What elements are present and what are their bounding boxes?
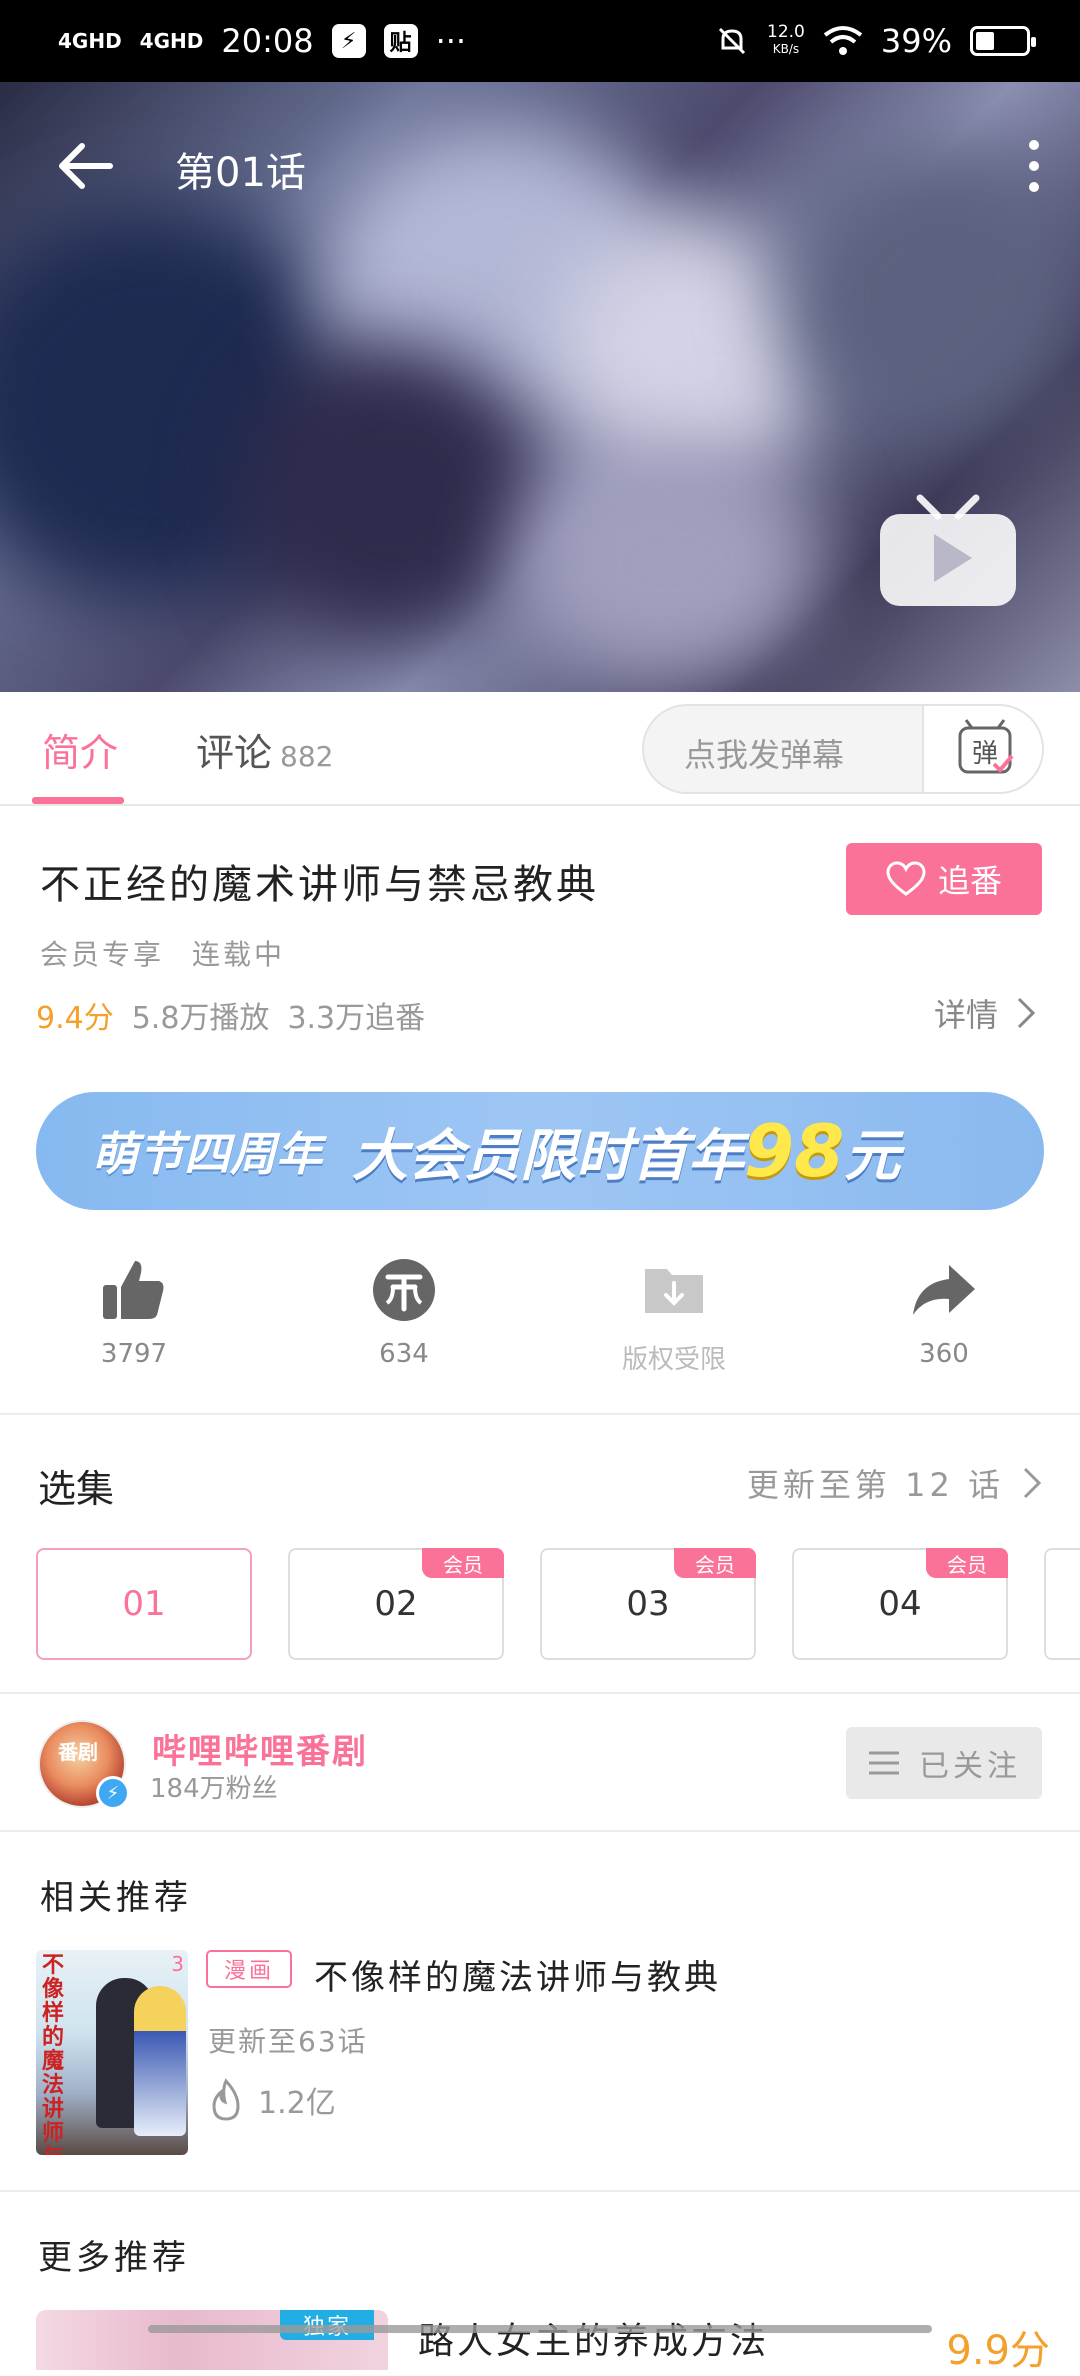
danmaku-input[interactable]: 点我发弹幕 弹 — [642, 704, 1044, 794]
status-bar: 4GHD 4GHD 20:08 ⚡ 贴 ··· 12.0 KB/s 39% — [0, 0, 1080, 82]
tab-indicator — [32, 797, 124, 804]
coin-icon — [373, 1259, 435, 1321]
danmaku-toggle-button[interactable]: 弹 — [922, 706, 1042, 792]
episodes-update-link[interactable]: 更新至第 12 话 — [747, 1460, 1042, 1506]
coin-count: 634 — [379, 1339, 429, 1369]
uploader-name[interactable]: 哔哩哔哩番剧 — [152, 1724, 368, 1773]
promo-banner[interactable]: 萌节四周年 大会员限时首年 98 元 — [36, 1092, 1044, 1210]
tag-status: 连载中 — [192, 938, 286, 971]
episode-item[interactable]: 03 会员 — [540, 1548, 756, 1660]
net-speed: 12.0 KB/s — [767, 22, 805, 57]
clock: 20:08 — [221, 22, 314, 60]
share-count: 360 — [919, 1339, 969, 1369]
follow-button[interactable]: 追番 — [846, 843, 1042, 915]
share-arrow-icon — [913, 1265, 975, 1315]
cover-title: 不像样的魔法讲师与教典 — [42, 1953, 65, 2156]
divider — [0, 2190, 1080, 2192]
series-tags: 会员专享 连载中 — [40, 933, 313, 973]
play-count: 5.8万播放 — [131, 1001, 270, 1036]
follow-label: 追番 — [937, 862, 1002, 900]
tab-comments[interactable]: 评论 882 — [196, 722, 333, 777]
episode-item[interactable]: 01 — [36, 1548, 252, 1660]
danmaku-placeholder: 点我发弹幕 — [684, 736, 845, 774]
vip-badge: 会员 — [926, 1548, 1008, 1578]
details-link[interactable]: 详情 — [934, 990, 1036, 1036]
vip-badge: 会员 — [674, 1548, 756, 1578]
back-arrow-icon[interactable] — [54, 140, 114, 192]
action-bar: 3797 634 版权受限 360 — [0, 1245, 1080, 1415]
related-title[interactable]: 不像样的魔法讲师与教典 — [314, 1950, 721, 1999]
heart-icon — [886, 861, 926, 896]
divider — [0, 1830, 1080, 1832]
verified-icon: ⚡ — [96, 1776, 130, 1810]
download-folder-icon — [645, 1269, 703, 1313]
follow-count: 3.3万追番 — [287, 1001, 426, 1036]
flame-icon — [212, 2078, 240, 2121]
play-tv-icon[interactable] — [878, 494, 1018, 612]
home-indicator[interactable] — [148, 2325, 932, 2333]
chevron-right-icon — [1023, 1467, 1042, 1499]
vip-badge: 会员 — [422, 1548, 504, 1578]
banner-unit: 元 — [844, 1123, 901, 1189]
more-heading: 更多推荐 — [38, 2238, 190, 2278]
related-heading: 相关推荐 — [40, 1878, 192, 1918]
flash-icon: ⚡ — [331, 24, 366, 58]
like-button[interactable]: 3797 — [44, 1255, 224, 1369]
episodes-heading: 选集 — [38, 1467, 115, 1511]
video-player[interactable]: 第01话 — [0, 82, 1080, 692]
danmaku-icon: 弹 — [958, 719, 1014, 774]
download-button[interactable]: 版权受限 — [584, 1255, 764, 1376]
more-title[interactable]: 路人女主的养成方法 — [418, 2312, 769, 2364]
series-score: 9.4分 — [36, 1001, 114, 1036]
series-stats: 9.4分 5.8万播放 3.3万追番 — [36, 993, 443, 1037]
related-heat: 1.2亿 — [208, 2078, 336, 2122]
more-options-icon[interactable] — [1024, 140, 1044, 200]
banner-offer: 大会员限时首年 — [352, 1123, 744, 1189]
episode-item-partial[interactable] — [1044, 1548, 1080, 1660]
mute-icon — [718, 27, 746, 55]
related-cover[interactable]: 不像样的魔法讲师与教典 3 — [36, 1950, 188, 2155]
tab-intro[interactable]: 简介 — [42, 722, 118, 777]
battery-text: 39% — [880, 22, 952, 60]
episode-title: 第01话 — [175, 150, 306, 196]
wifi-icon — [823, 26, 863, 55]
tieba-icon: 贴 — [383, 24, 418, 58]
series-title: 不正经的魔术讲师与禁忌教典 — [40, 862, 599, 908]
cover-volume: 3 — [171, 1952, 184, 1976]
comment-count: 882 — [280, 740, 334, 773]
more-score: 9.9分 — [946, 2328, 1050, 2374]
signal-2: 4GHD — [139, 29, 204, 53]
battery-icon — [970, 26, 1036, 56]
share-button[interactable]: 360 — [854, 1255, 1034, 1369]
coin-button[interactable]: 634 — [314, 1255, 494, 1369]
related-update: 更新至63话 — [208, 2025, 368, 2058]
avatar-logo: 番剧 — [58, 1740, 98, 1764]
chevron-right-icon — [1017, 997, 1036, 1029]
tag-vip: 会员专享 — [40, 938, 165, 971]
detail-tabs: 简介 评论 882 点我发弹幕 弹 — [0, 692, 1080, 806]
divider — [0, 1692, 1080, 1694]
thumbs-up-icon — [103, 1261, 164, 1319]
episode-item[interactable]: 04 会员 — [792, 1548, 1008, 1660]
uploader-fans: 184万粉丝 — [150, 1774, 278, 1804]
banner-price: 98 — [744, 1109, 845, 1193]
menu-icon — [869, 1751, 899, 1775]
followed-button[interactable]: 已关注 — [846, 1727, 1042, 1799]
download-label: 版权受限 — [621, 1345, 726, 1375]
avatar[interactable]: 番剧 ⚡ — [38, 1720, 130, 1810]
banner-event: 萌节四周年 — [92, 1127, 322, 1181]
like-count: 3797 — [100, 1339, 168, 1369]
signal-1: 4GHD — [58, 29, 122, 53]
manga-tag: 漫画 — [206, 1950, 292, 1988]
more-notifications: ··· — [435, 22, 467, 60]
episode-item[interactable]: 02 会员 — [288, 1548, 504, 1660]
